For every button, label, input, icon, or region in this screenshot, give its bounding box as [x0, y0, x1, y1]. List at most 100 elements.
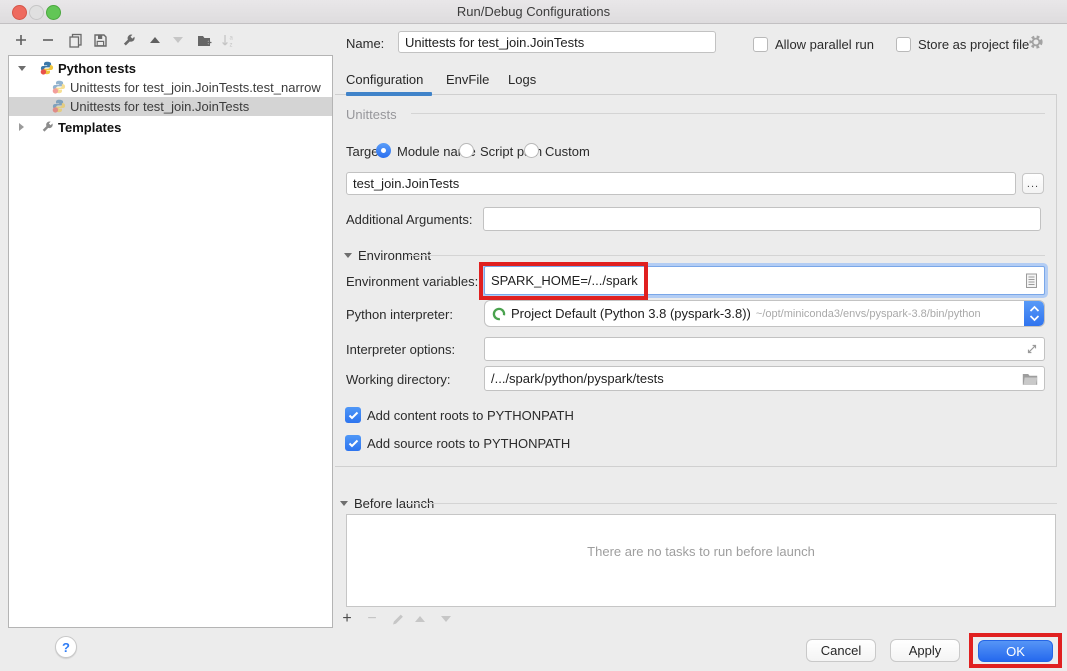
group-separator-line	[409, 255, 1045, 256]
chevron-down-icon[interactable]	[18, 66, 26, 71]
target-script-path-radio[interactable]	[459, 143, 474, 158]
before-launch-task-list: There are no tasks to run before launch	[346, 514, 1056, 607]
additional-arguments-label: Additional Arguments:	[346, 212, 472, 227]
environment-collapse-icon[interactable]	[344, 253, 352, 258]
additional-arguments-input[interactable]	[483, 207, 1041, 231]
help-button[interactable]: ?	[55, 636, 77, 658]
copy-configuration-button[interactable]	[66, 31, 84, 49]
tree-item-label: Unittests for test_join.JoinTests	[70, 99, 249, 114]
tree-item-jointests-selected[interactable]: Unittests for test_join.JoinTests	[9, 97, 332, 116]
tab-envfile[interactable]: EnvFile	[446, 72, 489, 87]
before-launch-collapse-icon[interactable]	[340, 501, 348, 506]
working-directory-input[interactable]: /.../spark/python/pyspark/tests	[484, 366, 1045, 391]
environment-variables-value: SPARK_HOME=/.../spark	[491, 273, 638, 288]
python-tests-icon	[40, 61, 54, 75]
move-down-icon	[441, 616, 451, 622]
store-as-project-file-label: Store as project file	[918, 37, 1029, 52]
add-content-roots-checkbox[interactable]	[345, 407, 361, 423]
configurations-tree: Python tests Unittests for test_join.Joi…	[8, 55, 333, 628]
target-input[interactable]: test_join.JoinTests	[346, 172, 1016, 195]
remove-icon: −	[367, 611, 376, 627]
list-icon[interactable]	[1025, 273, 1038, 289]
name-label: Name:	[346, 36, 384, 51]
python-test-icon	[52, 80, 66, 94]
pencil-icon	[391, 612, 405, 626]
allow-parallel-run-label: Allow parallel run	[775, 37, 874, 52]
apply-button[interactable]: Apply	[890, 639, 960, 662]
add-source-roots-label: Add source roots to PYTHONPATH	[367, 436, 570, 451]
svg-text:z: z	[229, 42, 232, 48]
python-interpreter-path: ~/opt/miniconda3/envs/pyspark-3.8/bin/py…	[756, 308, 981, 320]
interpreter-options-input[interactable]	[484, 337, 1045, 361]
panel-right-border	[1056, 95, 1057, 466]
remove-task-button: −	[364, 611, 380, 627]
name-input[interactable]: Unittests for test_join.JoinTests	[398, 31, 716, 53]
tree-item-label: Templates	[58, 120, 121, 135]
save-icon	[93, 33, 108, 48]
cancel-button[interactable]: Cancel	[806, 639, 876, 662]
target-custom-label: Custom	[545, 144, 590, 159]
folder-icon[interactable]	[1022, 372, 1038, 385]
tree-item-label: Python tests	[58, 61, 136, 76]
target-module-name-radio[interactable]	[376, 143, 391, 158]
tab-separator	[335, 94, 1057, 95]
add-icon	[15, 34, 27, 46]
tree-item-test-narrow[interactable]: Unittests for test_join.JoinTests.test_n…	[9, 78, 332, 97]
new-folder-icon	[197, 33, 213, 48]
add-source-roots-checkbox[interactable]	[345, 435, 361, 451]
wrench-icon	[121, 33, 136, 48]
window-title: Run/Debug Configurations	[0, 4, 1067, 19]
dropdown-stepper-icon[interactable]	[1024, 300, 1044, 327]
move-up-button[interactable]	[146, 31, 164, 49]
chevron-right-icon[interactable]	[19, 123, 24, 131]
tree-item-python-tests[interactable]: Python tests	[9, 59, 332, 78]
group-separator-line	[411, 113, 1045, 114]
environment-variables-input[interactable]: SPARK_HOME=/.../spark	[484, 266, 1045, 295]
edit-task-button	[390, 611, 406, 627]
run-debug-configurations-dialog: Run/Debug Configurations az Python tests	[0, 0, 1067, 671]
python-interpreter-label: Python interpreter:	[346, 307, 453, 322]
ok-button[interactable]: OK	[978, 640, 1053, 662]
python-interpreter-value: Project Default (Python 3.8 (pyspark-3.8…	[511, 306, 751, 321]
sort-icon: az	[221, 33, 236, 48]
save-configuration-button[interactable]	[91, 31, 109, 49]
python-interpreter-select[interactable]: Project Default (Python 3.8 (pyspark-3.8…	[484, 300, 1045, 327]
move-down-icon	[173, 37, 183, 43]
group-separator-line	[407, 503, 1057, 504]
before-launch-empty-text: There are no tasks to run before launch	[347, 515, 1055, 559]
add-content-roots-label: Add content roots to PYTHONPATH	[367, 408, 574, 423]
browse-button[interactable]: ...	[1022, 173, 1044, 194]
environment-variables-label: Environment variables:	[346, 274, 478, 289]
unittests-group-label: Unittests	[346, 107, 397, 122]
edit-templates-button[interactable]	[119, 31, 137, 49]
interpreter-options-label: Interpreter options:	[346, 342, 455, 357]
tab-configuration[interactable]: Configuration	[346, 72, 423, 87]
expand-diagonal-icon[interactable]	[1026, 343, 1038, 355]
move-up-icon	[150, 37, 160, 43]
store-as-project-file-checkbox[interactable]	[896, 37, 911, 52]
tree-item-templates[interactable]: Templates	[9, 118, 332, 137]
allow-parallel-run-checkbox[interactable]	[753, 37, 768, 52]
add-configuration-button[interactable]	[12, 31, 30, 49]
gear-icon[interactable]	[1028, 34, 1044, 50]
move-up-icon	[415, 616, 425, 622]
target-custom-radio[interactable]	[524, 143, 539, 158]
svg-text:a: a	[229, 35, 233, 41]
conda-ring-icon	[492, 307, 506, 321]
python-test-icon	[52, 99, 66, 113]
move-down-button	[169, 31, 187, 49]
move-task-up-button	[412, 611, 428, 627]
copy-icon	[68, 33, 83, 48]
working-directory-label: Working directory:	[346, 372, 451, 387]
tab-logs[interactable]: Logs	[508, 72, 536, 87]
remove-configuration-button[interactable]	[39, 31, 57, 49]
sort-configurations-button: az	[219, 31, 237, 49]
move-task-down-button	[438, 611, 454, 627]
active-tab-underline	[346, 92, 432, 96]
tree-item-label: Unittests for test_join.JoinTests.test_n…	[70, 80, 321, 95]
panel-bottom-border	[335, 466, 1057, 467]
working-directory-value: /.../spark/python/pyspark/tests	[491, 371, 664, 386]
create-folder-button[interactable]	[196, 31, 214, 49]
templates-wrench-icon	[40, 120, 54, 134]
add-task-button[interactable]: +	[339, 611, 355, 627]
